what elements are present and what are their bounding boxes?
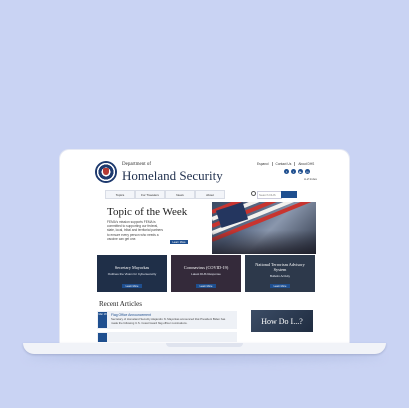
- util-link[interactable]: Espanol: [257, 162, 273, 166]
- image-shade: [212, 230, 316, 254]
- feature-card[interactable]: Coronavirus (COVID-19) Latest DHS Respon…: [171, 255, 241, 292]
- dhs-seal-icon[interactable]: [95, 161, 117, 183]
- hero-title: Topic of the Week: [107, 206, 188, 218]
- recent-articles-heading: Recent Articles: [99, 300, 142, 308]
- twitter-icon[interactable]: t: [291, 169, 296, 174]
- feature-cards: Secretary Mayorkas Outlines the Vision f…: [97, 255, 315, 292]
- card-learn-more-button[interactable]: Learn More: [122, 284, 142, 288]
- utility-links: Espanol Contact Us About DHS: [257, 162, 317, 166]
- card-learn-more-button[interactable]: Learn More: [196, 284, 216, 288]
- hero-text: FEMA's mission supports FEMA is committe…: [107, 220, 163, 241]
- laptop-screen: Department of Homeland Security Espanol …: [60, 150, 349, 346]
- social-links: f t ▶ in: [284, 169, 310, 174]
- laptop-notch: [166, 343, 243, 347]
- article-item[interactable]: Mar 18 Flag Office Announcement Secretar…: [97, 311, 237, 329]
- card-subtitle: Bulletin Activity: [269, 274, 290, 278]
- card-subtitle: Outlines the Vision for Cybersecurity: [107, 272, 157, 276]
- az-index-link[interactable]: A-Z Index: [304, 177, 317, 181]
- hero-learn-more-button[interactable]: Learn More: [170, 240, 188, 244]
- feature-card[interactable]: Secretary Mayorkas Outlines the Vision f…: [97, 255, 167, 292]
- linkedin-icon[interactable]: in: [305, 169, 310, 174]
- util-link[interactable]: Contact Us: [276, 162, 296, 166]
- search-button[interactable]: [281, 190, 297, 198]
- nav-item-news[interactable]: News: [165, 190, 195, 199]
- card-title: Secretary Mayorkas: [114, 265, 150, 270]
- website-viewport: Department of Homeland Security Espanol …: [91, 150, 318, 346]
- youtube-icon[interactable]: ▶: [298, 169, 303, 174]
- dept-title[interactable]: Homeland Security: [122, 168, 223, 184]
- article-item[interactable]: [97, 332, 237, 342]
- hero-flag-image: [212, 202, 316, 254]
- nav-item-travelers[interactable]: For Travelers: [135, 190, 165, 199]
- article-date-badge: [98, 333, 107, 342]
- card-learn-more-button[interactable]: Learn More: [270, 284, 290, 288]
- site-header: Department of Homeland Security Espanol …: [91, 158, 318, 186]
- search-icon[interactable]: [251, 191, 256, 196]
- card-subtitle: Latest DHS Response: [191, 272, 221, 276]
- article-date-badge: Mar 18: [98, 312, 107, 328]
- util-link[interactable]: About DHS: [298, 162, 317, 166]
- feature-card[interactable]: National Terrorism Advisory System Bulle…: [245, 255, 315, 292]
- search-input[interactable]: Search DHS: [257, 190, 282, 199]
- nav-item-topics[interactable]: Topics: [105, 190, 135, 199]
- article-summary: Secretary of Homeland Security Alejandro…: [111, 317, 226, 325]
- facebook-icon[interactable]: f: [284, 169, 289, 174]
- how-do-i-panel[interactable]: How Do I...?: [251, 310, 313, 332]
- card-title: National Terrorism Advisory System: [255, 262, 305, 272]
- hero-section: Topic of the Week FEMA's mission support…: [97, 202, 316, 254]
- dept-small-label: Department of: [122, 162, 152, 167]
- nav-item-about[interactable]: About: [195, 190, 225, 199]
- card-title: Coronavirus (COVID-19): [183, 265, 229, 270]
- main-nav: Topics For Travelers News About Search D…: [91, 190, 318, 199]
